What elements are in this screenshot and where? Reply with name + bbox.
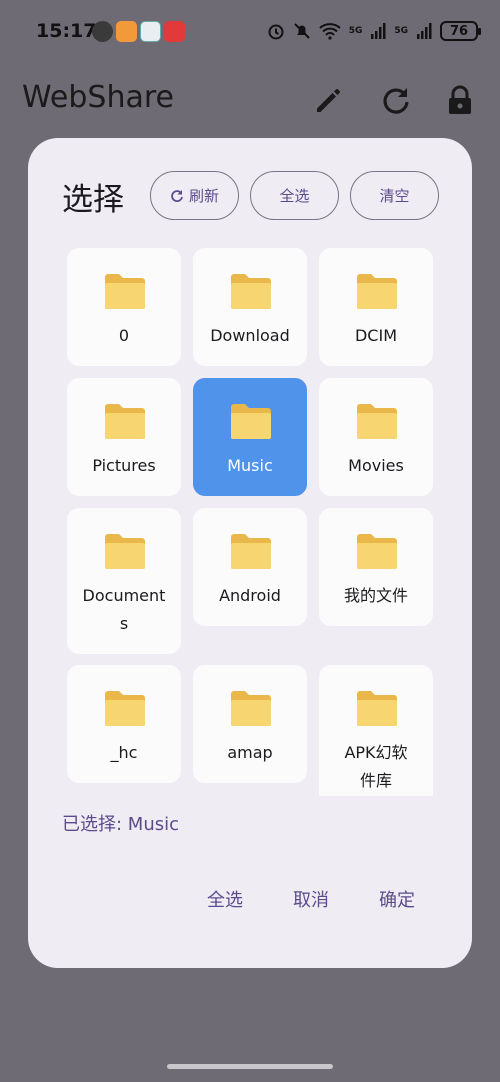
folder-name: Pictures: [92, 456, 156, 475]
folder-icon: [357, 691, 397, 726]
app-bar: WebShare: [0, 62, 500, 144]
signal-icon: [371, 23, 386, 39]
folder-name: Movies: [348, 456, 404, 475]
network-type-2: 5G: [394, 26, 408, 36]
signal-icon: [417, 23, 432, 39]
folder-tile-hc[interactable]: _hc: [67, 665, 181, 783]
select-all-pill-button[interactable]: 全选: [250, 171, 339, 220]
folder-tile-android[interactable]: Android: [193, 508, 307, 626]
clear-label: 清空: [379, 187, 410, 205]
folder-tile-pictures[interactable]: Pictures: [67, 378, 181, 496]
folder-name: Android: [219, 586, 281, 605]
folder-name: _hc: [110, 743, 138, 762]
folder-name: Download: [210, 326, 290, 345]
folder-tile-my-files[interactable]: 我的文件: [319, 508, 433, 626]
folder-name: amap: [227, 743, 273, 762]
folder-tile-music[interactable]: Music: [193, 378, 307, 496]
battery-level: 76: [449, 23, 469, 39]
folder-icon: [357, 274, 397, 309]
mute-icon: [293, 23, 310, 39]
folder-tile-download[interactable]: Download: [193, 248, 307, 366]
select-all-button[interactable]: 全选: [207, 886, 243, 912]
network-type-1: 5G: [348, 26, 363, 36]
folder-tile-movies[interactable]: Movies: [319, 378, 433, 496]
lock-icon[interactable]: [444, 84, 476, 116]
status-icons: 5G 5G 76: [267, 18, 481, 44]
folder-icon: [231, 274, 271, 309]
folder-name: DCIM: [354, 326, 397, 345]
folder-icon: [105, 534, 145, 569]
folder-name: 我的文件: [343, 586, 408, 605]
folder-icon: [105, 274, 145, 309]
folder-tile-apk[interactable]: APK幻软件库: [319, 665, 433, 796]
folder-name: 0: [118, 326, 130, 345]
clear-button[interactable]: 清空: [350, 171, 439, 220]
folder-name: Documents: [82, 586, 166, 633]
battery-icon: 76: [440, 21, 481, 41]
folder-name: Music: [227, 456, 273, 475]
select-all-pill-label: 全选: [279, 187, 310, 205]
folder-tile-dcim[interactable]: DCIM: [319, 248, 433, 366]
edit-icon[interactable]: [312, 84, 344, 116]
folder-icon: [231, 534, 271, 569]
folder-tile-0[interactable]: 0: [67, 248, 181, 366]
refresh-button[interactable]: 刷新: [150, 171, 239, 220]
folder-tile-amap[interactable]: amap: [193, 665, 307, 783]
folder-icon: [231, 691, 271, 726]
heart-app-icon: [116, 21, 137, 42]
dialog-title: 选择: [62, 182, 124, 218]
folder-icon: [105, 691, 145, 726]
home-app-icon: [140, 21, 161, 42]
folder-icon: [357, 534, 397, 569]
folder-icon: [231, 404, 271, 439]
refresh-icon: [171, 189, 183, 202]
news-app-icon: [164, 21, 185, 42]
cancel-button[interactable]: 取消: [293, 886, 329, 912]
folder-tile-documents[interactable]: Documents: [67, 508, 181, 654]
status-bar: 15:17 5G 5G 76: [0, 0, 500, 62]
selection-summary: 已选择: Music: [62, 814, 179, 835]
folder-name: APK幻软件库: [344, 743, 408, 790]
app-notification-icon: [92, 21, 113, 42]
confirm-button[interactable]: 确定: [379, 886, 415, 912]
wifi-icon: [319, 23, 341, 40]
folder-select-dialog: 选择 刷新 全选 清空 0 Download DCIM Pictures Mus…: [28, 138, 472, 968]
status-time: 15:17: [36, 20, 97, 42]
refresh-icon[interactable]: [380, 84, 412, 116]
home-indicator[interactable]: [167, 1064, 333, 1069]
folder-icon: [105, 404, 145, 439]
app-title: WebShare: [22, 80, 174, 115]
alarm-icon: [268, 24, 284, 40]
folder-icon: [357, 404, 397, 439]
refresh-label: 刷新: [188, 187, 219, 205]
